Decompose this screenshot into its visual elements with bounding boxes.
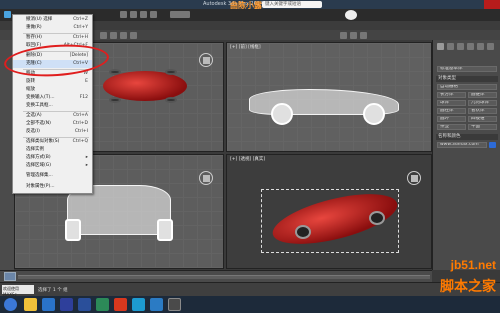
create-tab-icon[interactable] (437, 43, 444, 50)
menu-item-hold[interactable]: 暂存(H) Ctrl+H (13, 34, 92, 42)
menu-item-transform-toolbox[interactable]: 变换工具框... (13, 102, 92, 110)
open-icon[interactable] (120, 11, 127, 18)
app-icon[interactable] (150, 298, 163, 311)
material-editor-icon[interactable] (340, 32, 347, 39)
motion-tab-icon[interactable] (467, 43, 474, 50)
object-name-field[interactable]: www.3dmax.com (437, 142, 487, 148)
viewport-label-front[interactable]: [+] [前] [线框] (230, 44, 261, 50)
viewcube-icon[interactable] (199, 53, 213, 67)
menu-item-select-invert[interactable]: 反选(I) Ctrl+I (13, 128, 92, 136)
command-panel: 标准基本体 对象类型 自动栅格 长方体 圆锥体 球体 几何球体 圆柱体 管状体 … (432, 40, 500, 270)
render-setup-icon[interactable] (350, 32, 357, 39)
primitive-button[interactable]: 圆环 (437, 116, 466, 122)
app-icon[interactable] (114, 298, 127, 311)
car-wheel (165, 97, 177, 103)
save-icon[interactable] (130, 11, 137, 18)
menu-item-select-by[interactable]: 选择方式(B) ▸ (13, 154, 92, 162)
car-wheel (157, 219, 173, 241)
primitive-button[interactable]: 球体 (437, 100, 466, 106)
timeline (0, 270, 432, 282)
primitive-button[interactable]: 平面 (468, 124, 497, 130)
menu-item-select-instances[interactable]: 选择实例 (13, 146, 92, 154)
modify-tab-icon[interactable] (447, 43, 454, 50)
explorer-icon[interactable] (24, 298, 37, 311)
car-wheel (165, 69, 177, 75)
car-wheel (109, 97, 121, 103)
primitive-type-dropdown[interactable]: 标准基本体 (437, 66, 497, 72)
scale-icon[interactable] (130, 32, 137, 39)
car-wheel (295, 225, 311, 239)
viewcube-icon[interactable] (199, 171, 213, 185)
primitive-button[interactable]: 管状体 (468, 108, 497, 114)
status-selection-text: 选择了 1 个 组 (38, 288, 68, 293)
site-name: 脚本之家 (440, 279, 496, 295)
viewport-front[interactable]: [+] [前] [线框] (226, 42, 432, 152)
redo-icon[interactable] (150, 11, 157, 18)
app-menu-icon[interactable] (4, 11, 11, 18)
notification-icon[interactable] (345, 10, 357, 20)
object-color-swatch[interactable] (489, 142, 496, 148)
browser-icon[interactable] (42, 298, 55, 311)
car-wheel (363, 103, 385, 125)
primitive-button[interactable]: 长方体 (437, 92, 466, 98)
site-domain: jb51.net (450, 258, 496, 272)
car-wheel (109, 69, 121, 75)
menu-item-transform-typein[interactable]: 变换输入(T)... F12 (13, 94, 92, 102)
select-icon[interactable] (100, 32, 107, 39)
edit-menu: 撤消(U) 选择 Ctrl+Z 重做(R) Ctrl+Y 暂存(H) Ctrl+H 取… (12, 14, 93, 194)
menu-item-redo[interactable]: 重做(R) Ctrl+Y (13, 24, 92, 32)
primitive-button[interactable]: 几何球体 (468, 100, 497, 106)
app-icon[interactable] (132, 298, 145, 311)
time-slider[interactable] (4, 272, 16, 281)
timeline-track[interactable] (18, 275, 430, 279)
title-bar: Autodesk 3ds Max 2014 x64 曲陈小露 键入关键字或短语 (0, 0, 500, 10)
render-icon[interactable] (360, 32, 367, 39)
viewcube-icon[interactable] (407, 171, 421, 185)
primitive-button[interactable]: 圆柱体 (437, 108, 466, 114)
hierarchy-tab-icon[interactable] (457, 43, 464, 50)
search-input[interactable]: 键入关键字或短语 (262, 1, 322, 8)
menu-item-undo[interactable]: 撤消(U) 选择 Ctrl+Z (13, 16, 92, 24)
app-icon[interactable] (60, 298, 73, 311)
start-icon[interactable] (4, 298, 17, 311)
app-icon[interactable] (78, 298, 91, 311)
viewport-perspective[interactable]: [+] [透视] [真实] (226, 154, 432, 269)
primitive-button[interactable]: 茶壶 (437, 124, 466, 130)
utilities-tab-icon[interactable] (487, 43, 494, 50)
app-icon[interactable] (96, 298, 109, 311)
menu-item-rotate[interactable]: 旋转 E (13, 78, 92, 86)
primitive-button[interactable]: 四棱锥 (468, 116, 497, 122)
close-button[interactable] (484, 0, 500, 9)
undo-icon[interactable] (140, 11, 147, 18)
menu-item-scale[interactable]: 缩放 (13, 86, 92, 94)
viewport-label-persp[interactable]: [+] [透视] [真实] (230, 156, 265, 162)
site-watermark: jb51.net 脚本之家 (418, 258, 500, 313)
auto-grid-checkbox[interactable]: 自动栅格 (437, 84, 497, 90)
maxscript-listener[interactable]: 欢迎使用 MAXSc (2, 285, 34, 297)
menu-item-select-none[interactable]: 全部不选(N) Ctrl+D (13, 120, 92, 128)
menu-item-object-properties[interactable]: 对象属性(P)... (13, 183, 92, 191)
3dsmax-icon[interactable] (168, 298, 181, 311)
workspace-dropdown[interactable] (170, 11, 190, 18)
menu-item-select-similar[interactable]: 选择类似对象(S) Ctrl+Q (13, 138, 92, 146)
rotate-icon[interactable] (120, 32, 127, 39)
menu-item-selection-region[interactable]: 选择区域(G) ▸ (13, 162, 92, 170)
car-wheel (65, 219, 81, 241)
rollout-name-color[interactable]: 名称和颜色 (436, 134, 498, 140)
menu-item-select-all[interactable]: 全选(A) Ctrl+A (13, 112, 92, 120)
menu-item-manage-selection-sets[interactable]: 管理选择集... (13, 172, 92, 180)
rollout-object-type[interactable]: 对象类型 (436, 76, 498, 82)
car-wheel (369, 211, 385, 225)
display-tab-icon[interactable] (477, 43, 484, 50)
car-wheel (271, 103, 293, 125)
move-icon[interactable] (110, 32, 117, 39)
primitive-button[interactable]: 圆锥体 (468, 92, 497, 98)
